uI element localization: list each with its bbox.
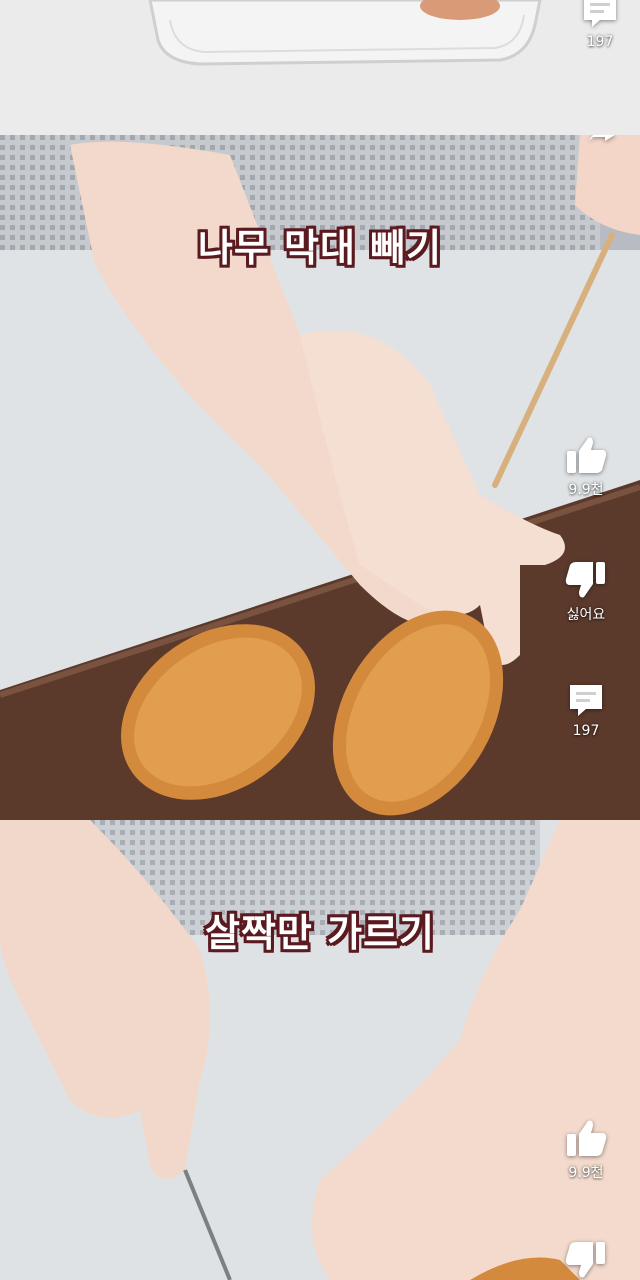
video-frame-top: 197 <box>0 0 640 135</box>
comments-button[interactable]: 197 <box>556 683 616 739</box>
video-frame-bottom: 살짝만 가르기 9.9천 <box>0 820 640 1280</box>
comment-icon <box>570 685 602 716</box>
video-caption: 살짝만 가르기 <box>205 911 435 955</box>
thumbs-down-icon <box>565 562 605 598</box>
video-scene-glass-dish <box>0 0 640 135</box>
share-button[interactable] <box>572 135 632 141</box>
like-count: 9.9천 <box>568 482 604 498</box>
video-scene-cutting <box>0 820 640 1280</box>
dislike-button[interactable] <box>556 1240 616 1280</box>
like-count: 9.9천 <box>568 1165 604 1181</box>
share-icon <box>589 135 615 141</box>
dislike-label: 싫어요 <box>566 607 606 623</box>
comments-count: 197 <box>586 34 614 50</box>
comments-button[interactable]: 197 <box>570 0 630 50</box>
like-button[interactable]: 9.9천 <box>556 1118 616 1182</box>
comments-count: 197 <box>572 723 600 739</box>
thumbs-up-icon <box>567 1120 607 1156</box>
video-caption: 나무 막대 빼기 <box>197 226 443 270</box>
dislike-button[interactable]: 싫어요 <box>556 560 616 624</box>
video-frame-middle: 나무 막대 빼기 9.9천 싫어요 197 <box>0 135 640 820</box>
thumbs-up-icon <box>567 437 607 473</box>
comment-icon <box>584 0 616 27</box>
like-button[interactable]: 9.9천 <box>556 435 616 499</box>
thumbs-down-icon <box>565 1242 605 1278</box>
